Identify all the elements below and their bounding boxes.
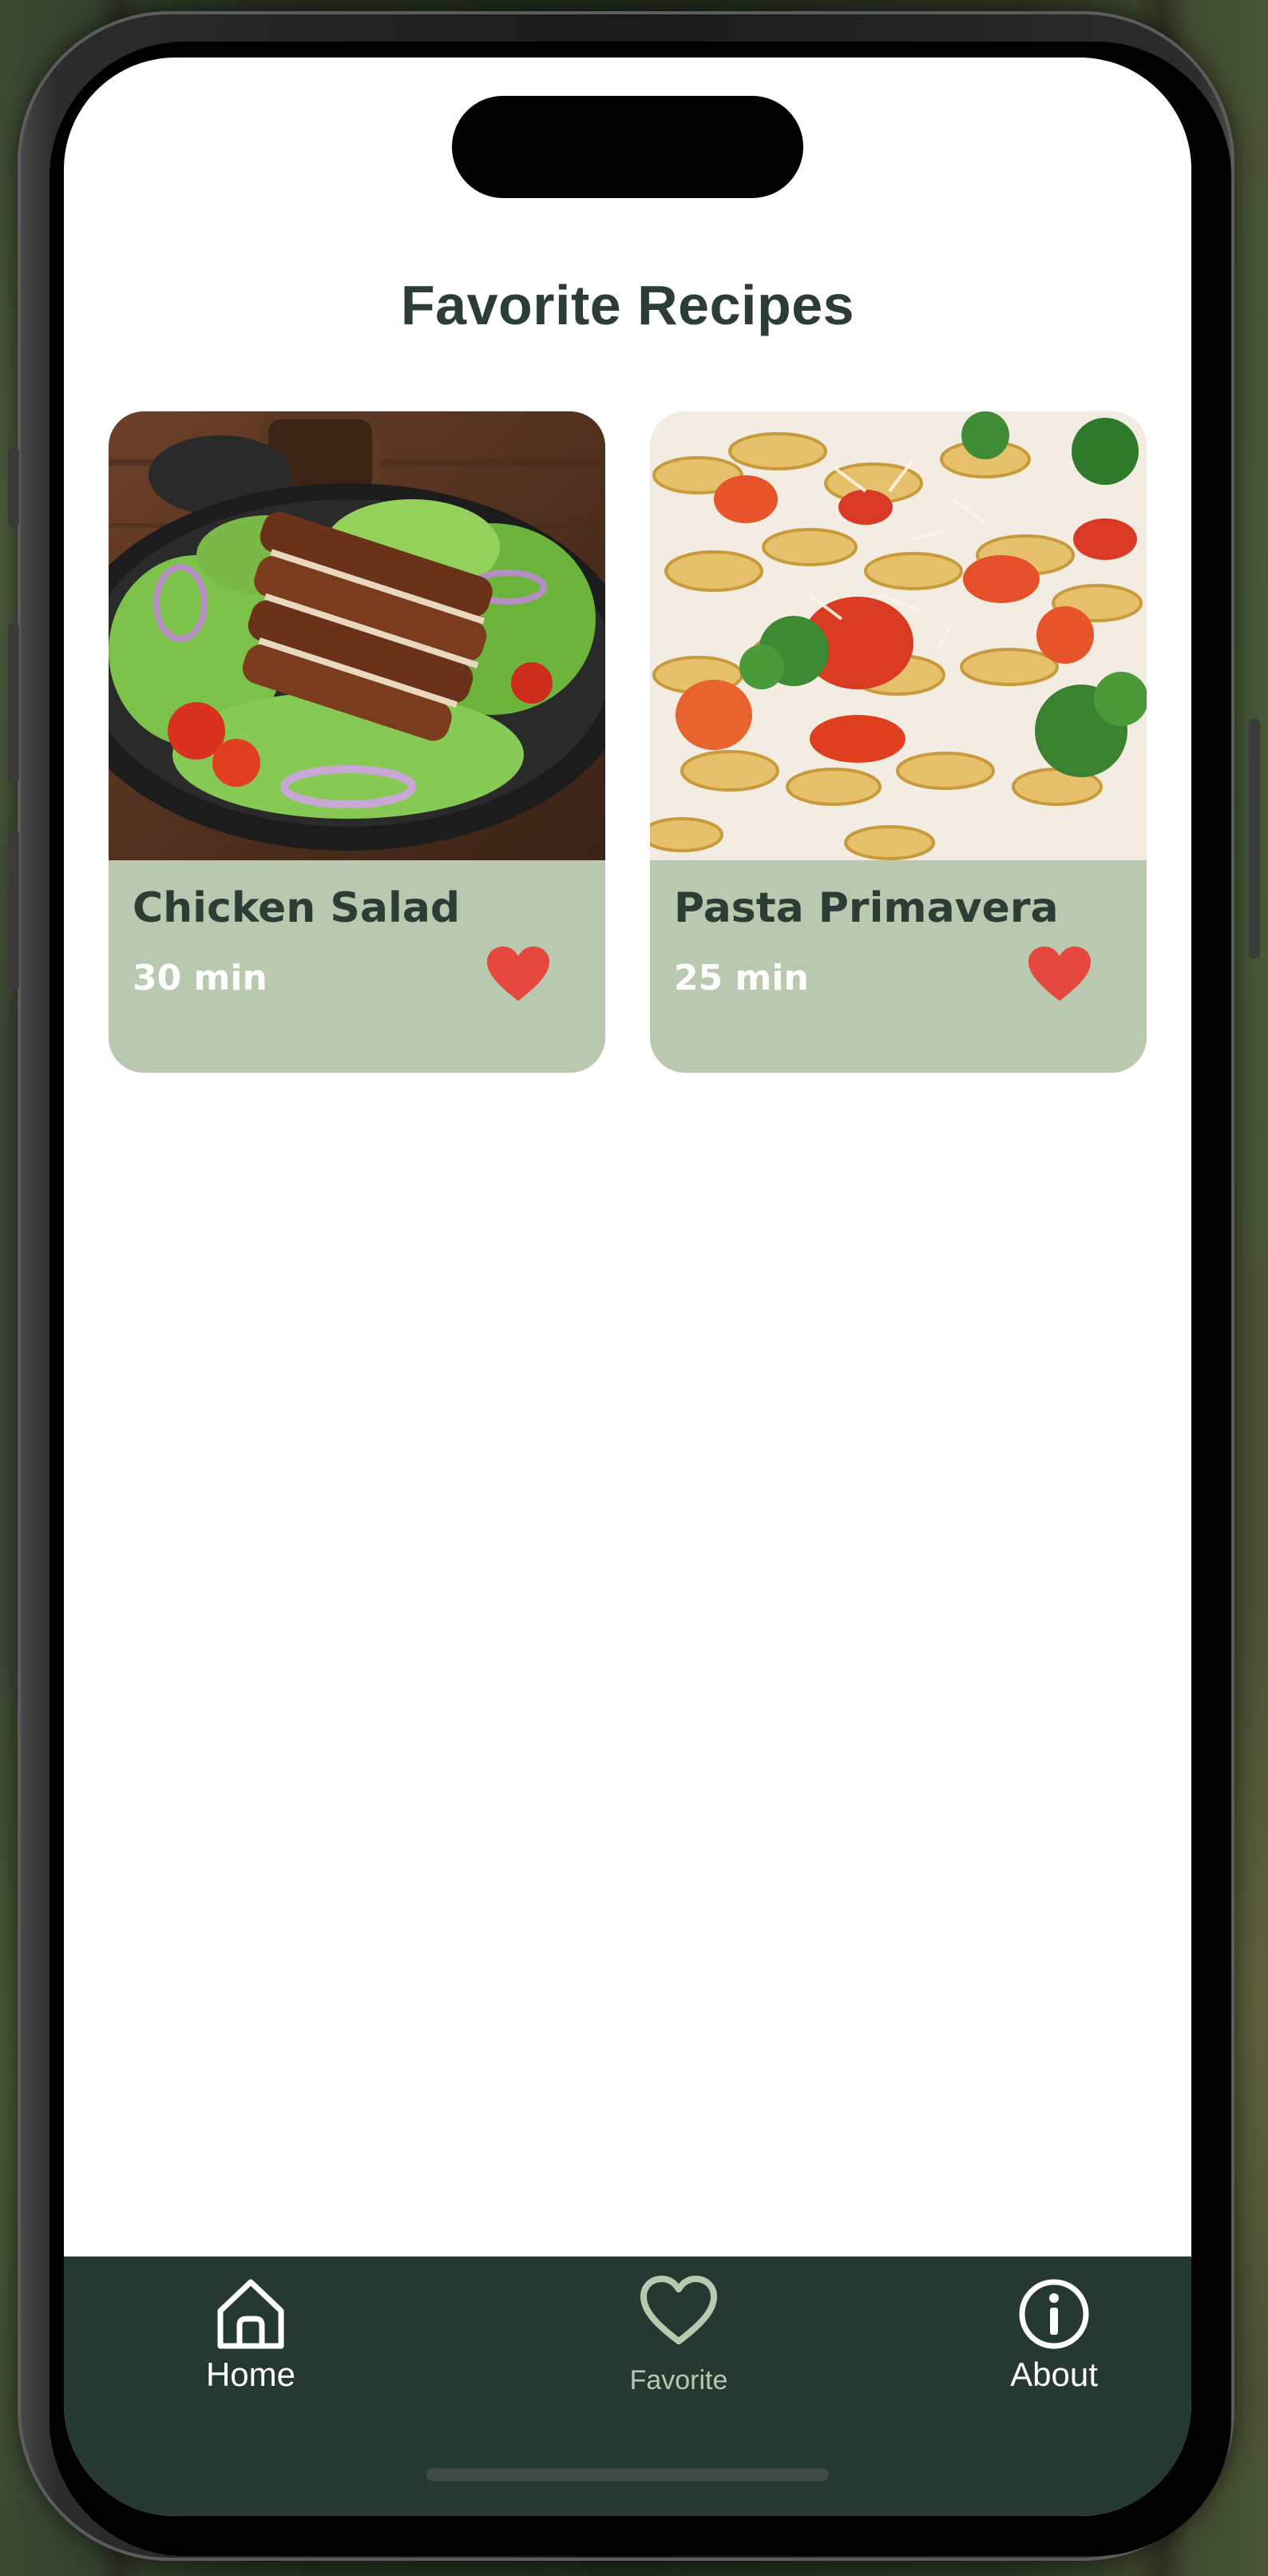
phone-power-button [1249,719,1260,959]
tab-about[interactable]: About [934,2256,1174,2416]
recipe-time: 30 min [133,958,267,998]
heart-outline-icon [639,2276,719,2351]
phone-volume-down [8,831,19,990]
dynamic-island [452,96,803,198]
tab-favorite[interactable]: Favorite [559,2256,798,2416]
tab-home[interactable]: Home [131,2256,370,2416]
pasta-primavera-photo [650,411,1147,860]
favorite-heart-icon[interactable] [487,947,549,1002]
home-indicator[interactable] [426,2468,829,2481]
phone-mute-switch [8,447,19,527]
phone-volume-up [8,623,19,783]
app-screen: Favorite Recipes Chicken Salad 30 min Pa… [64,58,1191,2516]
recipe-card[interactable]: Chicken Salad 30 min [109,411,605,1073]
page-title: Favorite Recipes [400,274,855,336]
tab-bar: Home Favorite About [64,2256,1191,2516]
home-icon [212,2276,289,2356]
tab-about-label: About [1010,2356,1098,2393]
chicken-salad-photo [109,411,605,860]
tab-home-label: Home [205,2356,296,2393]
info-icon [1016,2276,1092,2356]
recipe-time: 25 min [674,958,809,998]
recipe-title: Pasta Primavera [674,884,1059,932]
recipe-title: Chicken Salad [133,884,461,932]
tab-favorite-label: Favorite [629,2365,728,2395]
recipe-card[interactable]: Pasta Primavera 25 min [650,411,1147,1073]
favorite-heart-icon[interactable] [1028,947,1091,1002]
